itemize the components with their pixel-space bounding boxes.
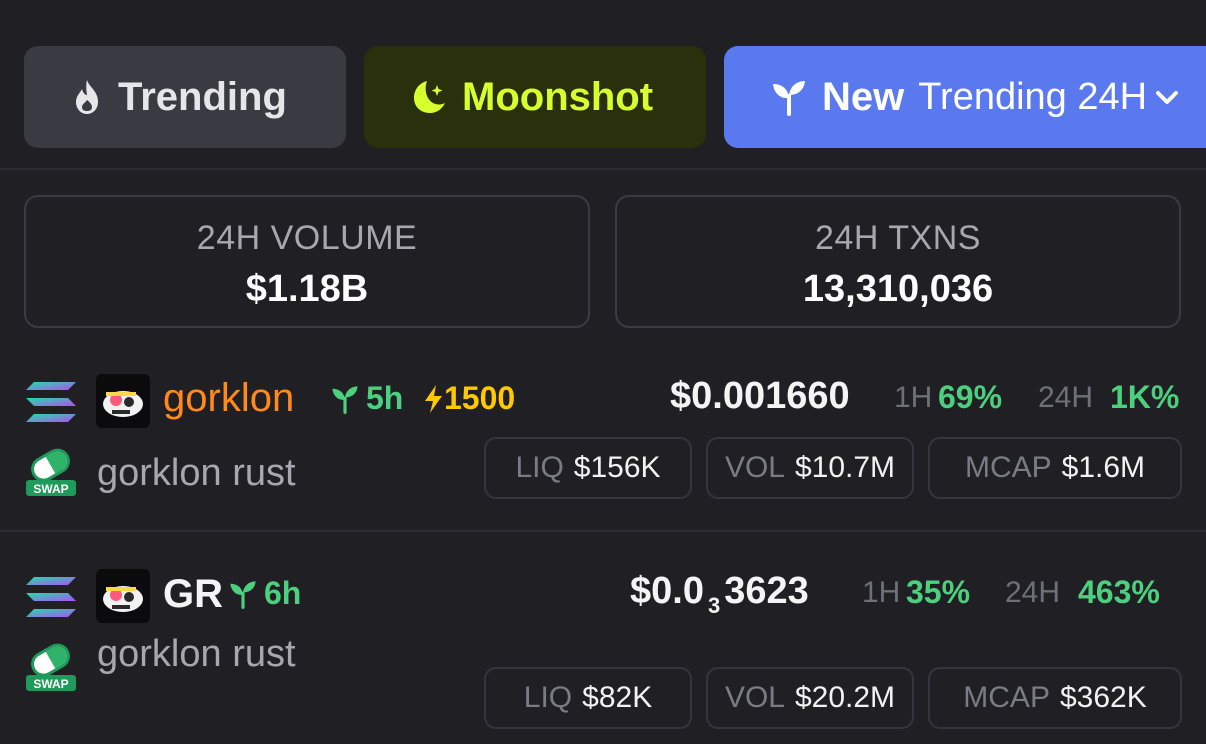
- change-24h-label: 24H: [1005, 576, 1061, 609]
- timeframe-selector[interactable]: Trending 24H: [918, 76, 1147, 119]
- price-digits: 3623: [724, 570, 809, 612]
- volume-value: $1.18B: [245, 268, 369, 310]
- solana-icon: [26, 577, 76, 617]
- chevron-down-icon[interactable]: [1155, 87, 1179, 107]
- token-boost-value: 1500: [444, 380, 516, 416]
- volume-stat-card: 24H VOLUME $1.18B: [24, 195, 590, 328]
- mcap-label: MCAP: [963, 681, 1050, 714]
- vol-label: VOL: [724, 681, 785, 714]
- change-24h-value: 1K%: [1110, 379, 1180, 415]
- change-24h-value: 463%: [1078, 574, 1160, 610]
- txns-label: 24H TXNS: [815, 219, 981, 257]
- tab-new[interactable]: New Trending 24H: [724, 46, 1206, 148]
- tab-moonshot[interactable]: Moonshot: [364, 46, 706, 148]
- category-tabs: Trending Moonshot New Trending 24H: [0, 0, 1206, 170]
- lightning-icon: [425, 384, 442, 413]
- token-boost: 1500: [422, 380, 515, 417]
- swap-badge-text: SWAP: [33, 482, 68, 496]
- swap-pill-icon: SWAP: [26, 643, 76, 691]
- token-name: gorklon rust: [97, 633, 296, 675]
- mcap-value: $1.6M: [1061, 451, 1146, 484]
- liq-label: LIQ: [515, 451, 564, 484]
- price-zero-count: 3: [707, 593, 721, 618]
- volume-pill: VOL $10.7M: [706, 437, 914, 499]
- change-1h-label: 1H: [894, 381, 933, 414]
- change-1h-label: 1H: [862, 576, 901, 609]
- volume-label: 24H VOLUME: [196, 219, 418, 257]
- tab-trending-label: Trending: [118, 74, 287, 119]
- mcap-pill: MCAP $362K: [928, 667, 1182, 729]
- token-age: 5h: [330, 380, 403, 417]
- liquidity-pill: LIQ $82K: [484, 667, 692, 729]
- token-row[interactable]: gorklon 5h 1500 $0.001660 1H 69% 24H 1K%…: [0, 360, 1206, 532]
- vol-value: $10.7M: [794, 451, 896, 484]
- sprout-icon: [230, 580, 256, 609]
- fire-icon: [76, 80, 98, 114]
- token-symbol[interactable]: GR: [163, 572, 223, 617]
- txns-value: 13,310,036: [802, 268, 994, 310]
- mcap-value: $362K: [1059, 681, 1147, 714]
- swap-badge-text: SWAP: [33, 677, 68, 691]
- token-age-value: 6h: [264, 575, 302, 611]
- token-row[interactable]: GR 6h $0.0 3 3623 1H 35% 24H 463% SWAP gor…: [0, 560, 1206, 744]
- vol-label: VOL: [724, 451, 785, 484]
- liquidity-pill: LIQ $156K: [484, 437, 692, 499]
- sprout-icon: [332, 385, 358, 414]
- token-avatar: [96, 374, 150, 428]
- liq-value: $82K: [582, 681, 653, 714]
- token-avatar: [96, 569, 150, 623]
- tab-new-label: New: [822, 74, 905, 119]
- token-symbol[interactable]: gorklon: [163, 376, 294, 421]
- change-1h-value: 35%: [906, 574, 971, 610]
- token-age-value: 5h: [366, 380, 404, 416]
- token-age: 6h: [228, 575, 301, 612]
- mcap-label: MCAP: [964, 451, 1052, 484]
- sprout-icon: [773, 81, 805, 116]
- volume-pill: VOL $20.2M: [706, 667, 914, 729]
- liq-value: $156K: [573, 451, 661, 484]
- change-1h-value: 69%: [938, 379, 1003, 415]
- vol-value: $20.2M: [794, 681, 896, 714]
- price-prefix: $0.0: [630, 570, 704, 612]
- token-name: gorklon rust: [97, 452, 296, 494]
- txns-stat-card: 24H TXNS 13,310,036: [615, 195, 1181, 328]
- mcap-pill: MCAP $1.6M: [928, 437, 1182, 499]
- solana-icon: [26, 382, 76, 422]
- moon-star-icon: [414, 81, 445, 113]
- liq-label: LIQ: [523, 681, 573, 714]
- token-price: $0.0 3 3623: [630, 570, 809, 619]
- token-price: $0.001660: [670, 375, 850, 417]
- tab-moonshot-label: Moonshot: [462, 74, 654, 119]
- change-24h-label: 24H: [1038, 381, 1094, 414]
- swap-pill-icon: SWAP: [26, 448, 76, 496]
- tab-trending[interactable]: Trending: [24, 46, 346, 148]
